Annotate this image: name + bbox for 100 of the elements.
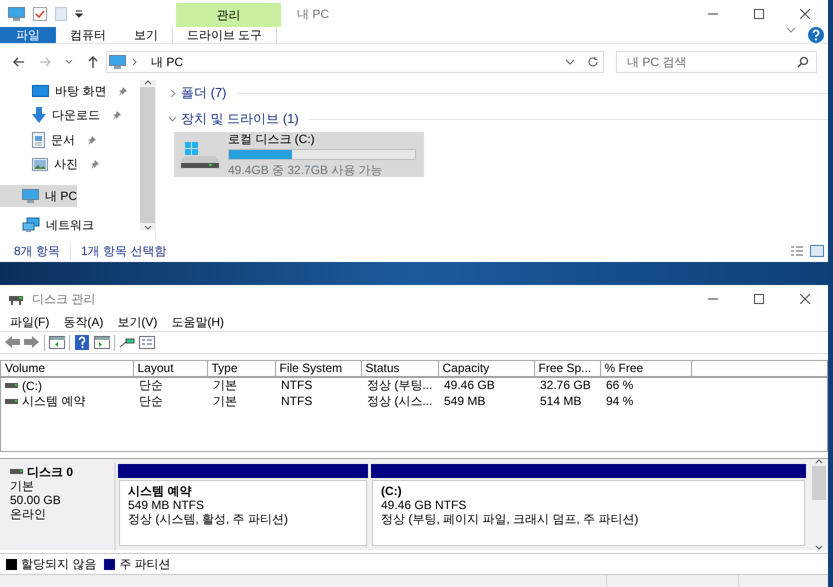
expand-chevron-icon[interactable]: [168, 88, 177, 98]
pin-icon: [90, 159, 100, 170]
column-header[interactable]: Status: [361, 361, 438, 377]
breadcrumb-chevron-icon: [132, 58, 137, 66]
back-icon[interactable]: [12, 55, 26, 69]
table-cell-text: 94 %: [605, 394, 634, 409]
scrollbar[interactable]: [140, 80, 155, 230]
large-icons-view-icon[interactable]: [810, 245, 824, 257]
collapse-chevron-icon[interactable]: [168, 114, 177, 124]
column-header[interactable]: Type: [207, 361, 275, 377]
nav-item[interactable]: 다운로드: [0, 104, 126, 126]
pin-icon: [87, 134, 97, 145]
close-icon: [800, 294, 810, 304]
disk-info-text: 온라인: [10, 507, 47, 521]
table-cell: 49.46 GB: [438, 377, 534, 394]
computer-icon: [8, 6, 25, 20]
section-header[interactable]: 장치 및 드라이브 (1): [181, 109, 299, 129]
column-header[interactable]: % Free: [600, 361, 691, 377]
address-bar[interactable]: 내 PC: [106, 51, 604, 73]
legend-label: 주 파티션: [119, 556, 171, 573]
desktop-icon: [32, 84, 49, 96]
close-icon: [800, 8, 810, 18]
section-header[interactable]: 폴더 (7): [181, 83, 226, 103]
up-icon[interactable]: [86, 55, 100, 69]
disk-info-text: 기본: [10, 479, 35, 493]
table-cell-text: 기본: [212, 394, 238, 409]
address-dropdown-icon[interactable]: [565, 59, 575, 65]
ribbon-tab[interactable]: 보기: [120, 27, 172, 43]
nav-item[interactable]: 문서: [0, 129, 101, 150]
console-tree-icon[interactable]: [49, 335, 65, 350]
volume-icon: [5, 398, 18, 404]
contextual-tab-header: 관리: [176, 3, 281, 27]
nav-item[interactable]: 네트워크: [0, 214, 94, 236]
properties-icon[interactable]: [33, 6, 47, 20]
scroll-down-icon: [144, 225, 152, 230]
refresh-icon[interactable]: [587, 56, 599, 68]
column-header[interactable]: Volume: [1, 361, 133, 377]
disk-name: 디스크 0: [27, 465, 74, 479]
menu-item[interactable]: 동작(A): [63, 312, 104, 330]
pin-icon: [112, 110, 122, 120]
legend-label: 할당되지 않음: [21, 556, 96, 573]
table-cell-text: 549 MB: [443, 394, 486, 409]
table-cell: 32.76 GB: [534, 377, 600, 394]
address-text: 내 PC: [151, 54, 184, 71]
menu-item[interactable]: 파일(F): [10, 312, 50, 330]
help-icon[interactable]: [74, 335, 90, 350]
column-header[interactable]: Free Sp...: [534, 361, 600, 377]
table-cell: (C:): [1, 377, 133, 394]
search-field[interactable]: 내 PC 검색: [616, 51, 817, 73]
expand-ribbon-icon[interactable]: [786, 27, 796, 33]
download-icon: [32, 107, 46, 124]
nav-item[interactable]: 내 PC: [0, 184, 78, 207]
drive-space-text: 49.4GB 중 32.7GB 사용 가능: [228, 162, 384, 179]
table-cell: 정상 (부팅...: [361, 377, 438, 394]
drive-tile[interactable]: 로컬 디스크 (C:) 49.4GB 중 32.7GB 사용 가능: [174, 132, 424, 177]
document-icon: [32, 132, 45, 148]
column-header[interactable]: File System: [275, 361, 361, 377]
table-cell: NTFS: [275, 377, 361, 394]
customize-toolbar-icon[interactable]: [75, 10, 83, 18]
scroll-up-icon: [815, 459, 823, 464]
file-menu-button[interactable]: 파일: [0, 27, 56, 43]
status-text: 8개 항목: [14, 243, 60, 260]
forward-icon[interactable]: [24, 335, 40, 350]
details-view-icon[interactable]: [790, 245, 804, 257]
column-header[interactable]: Capacity: [438, 361, 534, 377]
status-text: 1개 항목 선택함: [70, 242, 166, 260]
table-cell: 기본: [207, 377, 275, 394]
menu-item[interactable]: 보기(V): [117, 312, 158, 330]
action-pane-icon[interactable]: [94, 335, 110, 350]
disk-info-text: 50.00 GB: [10, 493, 62, 507]
column-header[interactable]: Layout: [133, 361, 207, 377]
pin-icon: [118, 86, 128, 96]
search-icon: [797, 56, 809, 68]
help-icon[interactable]: [808, 27, 824, 43]
maximize-icon: [754, 8, 764, 18]
nav-item[interactable]: 바탕 화면: [0, 80, 132, 101]
properties-icon[interactable]: [139, 335, 155, 350]
window-title: 디스크 관리: [32, 290, 96, 308]
window-title: 내 PC: [296, 6, 330, 22]
computer-icon: [22, 188, 39, 203]
table-cell-text: NTFS: [280, 394, 314, 409]
scroll-down-icon: [815, 545, 823, 550]
scrollbar[interactable]: [810, 459, 828, 550]
computer-icon: [109, 55, 126, 69]
drive-icon: [178, 140, 222, 170]
menu-item[interactable]: 도움말(H): [171, 312, 224, 330]
scroll-up-icon: [144, 80, 152, 85]
table-cell-text: 514 MB: [539, 394, 582, 409]
table-cell: 66 %: [600, 377, 691, 394]
photo-icon: [32, 158, 48, 171]
ribbon-tab[interactable]: 컴퓨터: [56, 27, 120, 43]
maximize-icon: [754, 294, 764, 304]
drive-name: 로컬 디스크 (C:): [228, 131, 316, 148]
volume-icon: [5, 383, 18, 389]
nav-item[interactable]: 사진: [0, 154, 104, 175]
network-icon: [22, 217, 40, 234]
partition-box[interactable]: (C:) 49.46 GB NTFS 정상 (부팅, 페이지 파일, 크래시 덤프, 주 파티션): [372, 480, 805, 546]
table-cell-text: 단순: [138, 394, 164, 409]
partition-box[interactable]: 시스템 예약 549 MB NTFS 정상 (시스템, 활성, 주 파티션): [119, 480, 367, 546]
table-cell: 단순: [133, 377, 207, 394]
